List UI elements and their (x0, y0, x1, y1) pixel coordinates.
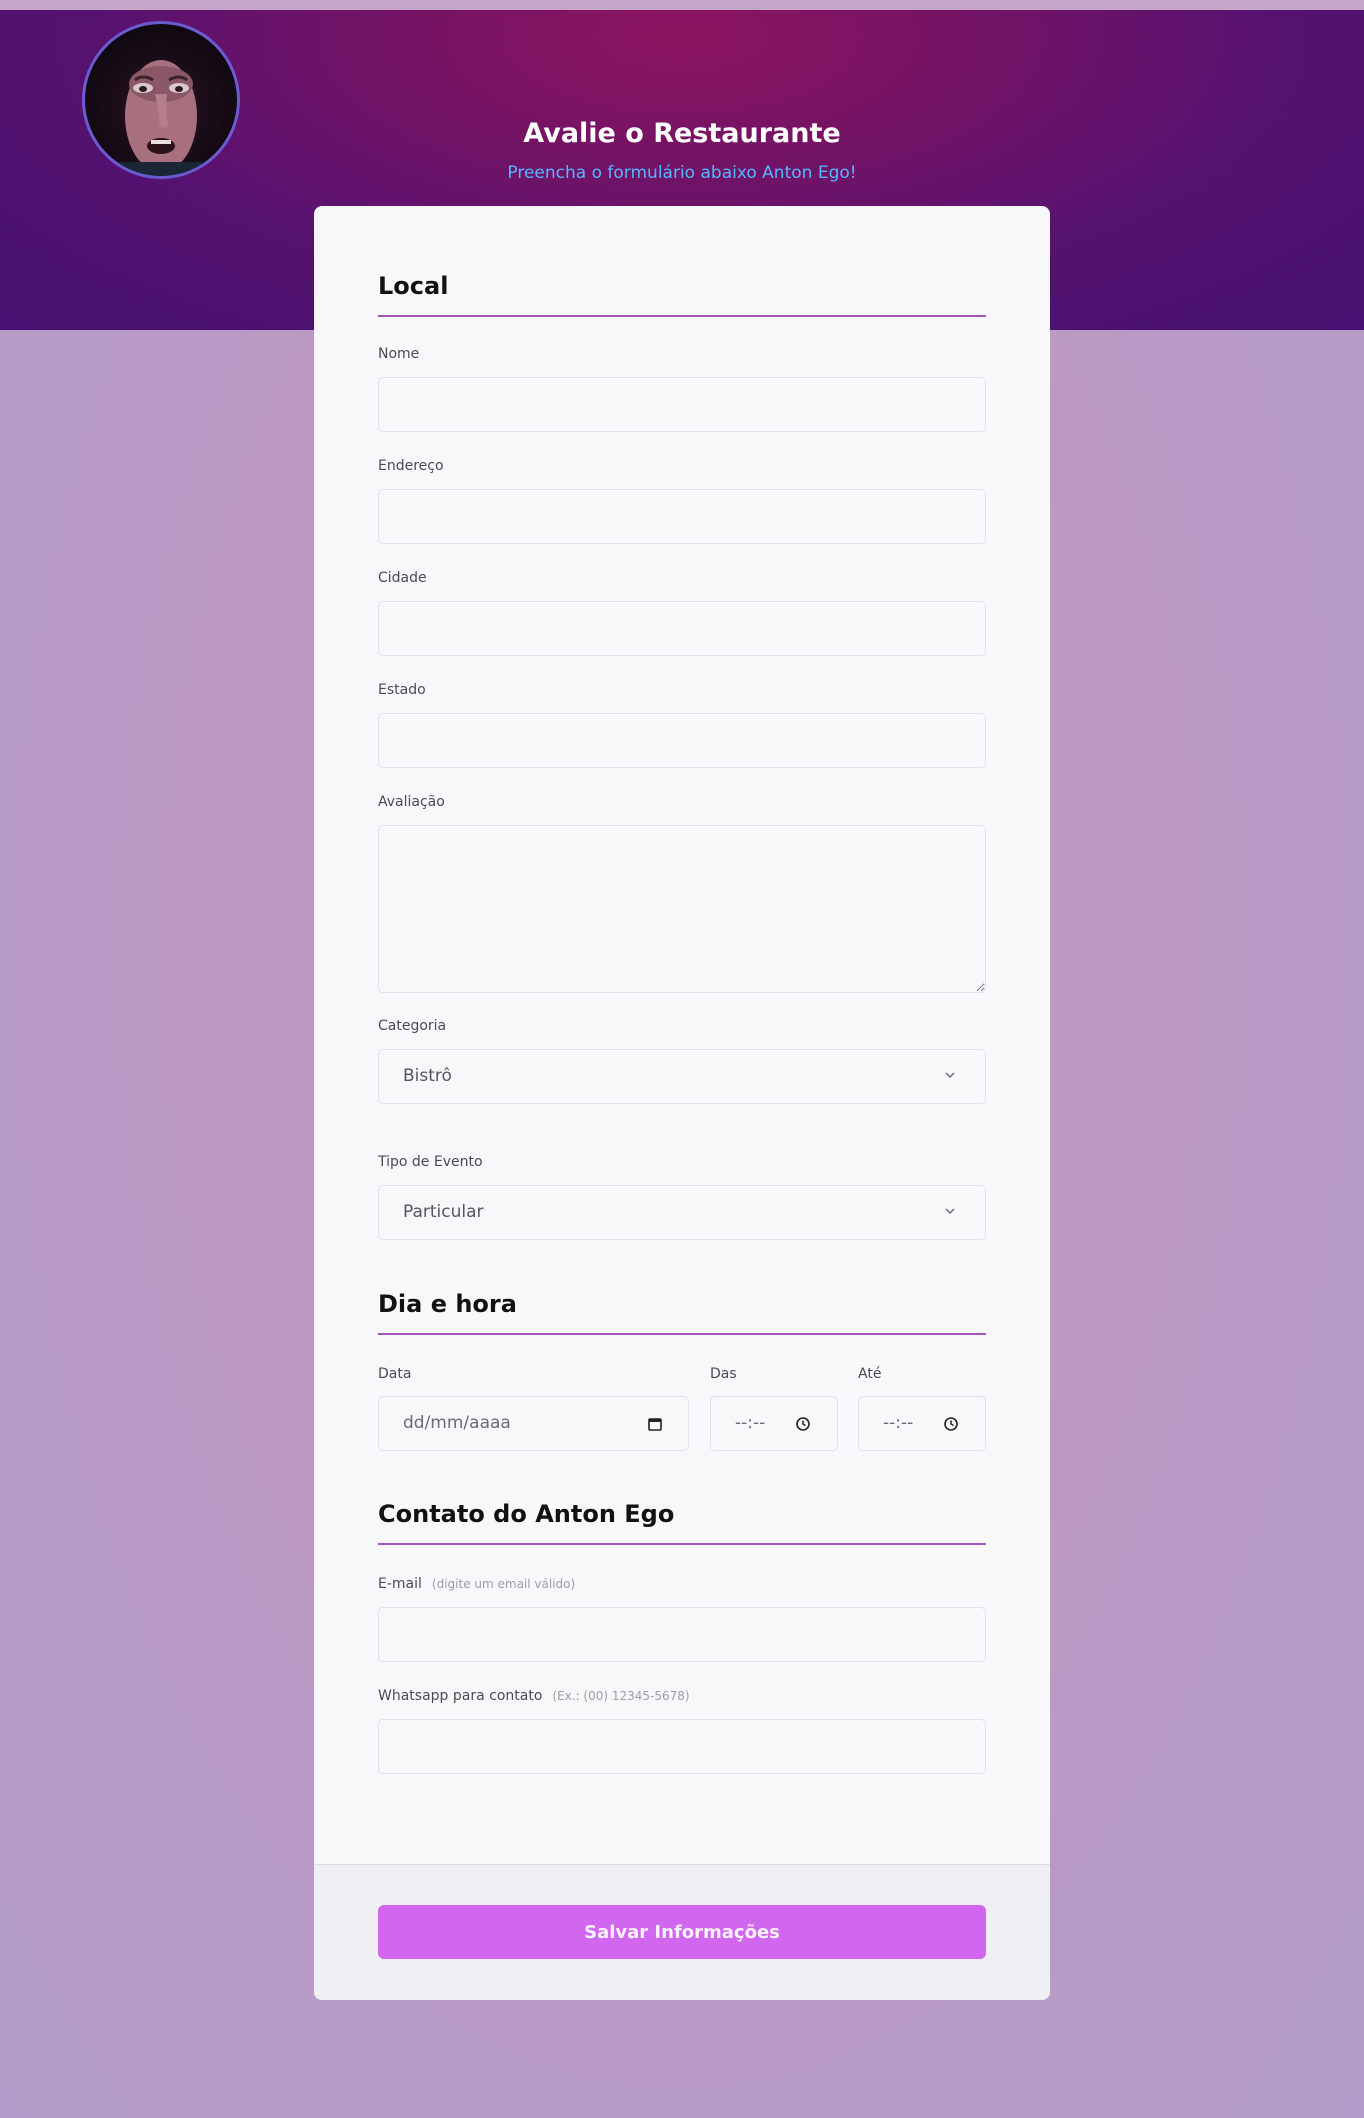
categoria-selected-value: Bistrô (403, 1066, 452, 1086)
clock-icon[interactable] (795, 1416, 811, 1432)
chevron-down-icon (945, 1208, 955, 1214)
page-subtitle: Preencha o formulário abaixo Anton Ego! (507, 163, 857, 183)
data-label: Data (378, 1366, 412, 1382)
endereco-label: Endereço (378, 458, 444, 474)
estado-label: Estado (378, 682, 426, 698)
tipo-evento-select[interactable]: Particular (378, 1185, 986, 1240)
endereco-input[interactable] (378, 489, 986, 544)
calendar-icon[interactable] (647, 1416, 663, 1432)
email-label-text: E-mail (378, 1576, 422, 1592)
whatsapp-label: Whatsapp para contato (Ex.: (00) 12345-56… (378, 1688, 690, 1704)
chevron-down-icon (945, 1072, 955, 1078)
tipo-evento-label: Tipo de Evento (378, 1154, 483, 1170)
nome-label: Nome (378, 346, 420, 362)
email-input[interactable] (378, 1607, 986, 1662)
section-title-dia-hora: Dia e hora (378, 1290, 986, 1335)
ate-time-input[interactable]: --:-- (858, 1396, 986, 1451)
avatar-face-icon (85, 60, 237, 176)
data-placeholder: dd/mm/aaaa (403, 1413, 511, 1433)
categoria-select[interactable]: Bistrô (378, 1049, 986, 1104)
email-label: E-mail (digite um email válido) (378, 1576, 575, 1592)
clock-icon[interactable] (943, 1416, 959, 1432)
estado-input[interactable] (378, 713, 986, 768)
save-button[interactable]: Salvar Informações (378, 1905, 986, 1959)
das-label: Das (710, 1366, 737, 1382)
avaliacao-label: Avaliação (378, 794, 445, 810)
whatsapp-input[interactable] (378, 1719, 986, 1774)
categoria-label: Categoria (378, 1018, 447, 1034)
ate-placeholder: --:-- (883, 1413, 914, 1433)
page-title: Avalie o Restaurante (523, 118, 841, 149)
form-footer: Salvar Informações (314, 1864, 1050, 2000)
das-placeholder: --:-- (735, 1413, 766, 1433)
nome-input[interactable] (378, 377, 986, 432)
cidade-input[interactable] (378, 601, 986, 656)
whatsapp-hint: (Ex.: (00) 12345-5678) (552, 1689, 690, 1703)
form-card: Local Nome Endereço Cidade Estado Avalia… (314, 206, 1050, 2000)
avatar (82, 21, 240, 179)
avaliacao-textarea[interactable] (378, 825, 986, 993)
data-input[interactable]: dd/mm/aaaa (378, 1396, 689, 1451)
email-hint: (digite um email válido) (431, 1577, 576, 1591)
whatsapp-label-text: Whatsapp para contato (378, 1688, 543, 1704)
top-strip (0, 0, 1364, 10)
das-time-input[interactable]: --:-- (710, 1396, 838, 1451)
section-title-contato: Contato do Anton Ego (378, 1500, 986, 1545)
section-title-local: Local (378, 272, 986, 317)
tipo-evento-selected-value: Particular (403, 1202, 484, 1222)
ate-label: Até (858, 1366, 882, 1382)
cidade-label: Cidade (378, 570, 427, 586)
